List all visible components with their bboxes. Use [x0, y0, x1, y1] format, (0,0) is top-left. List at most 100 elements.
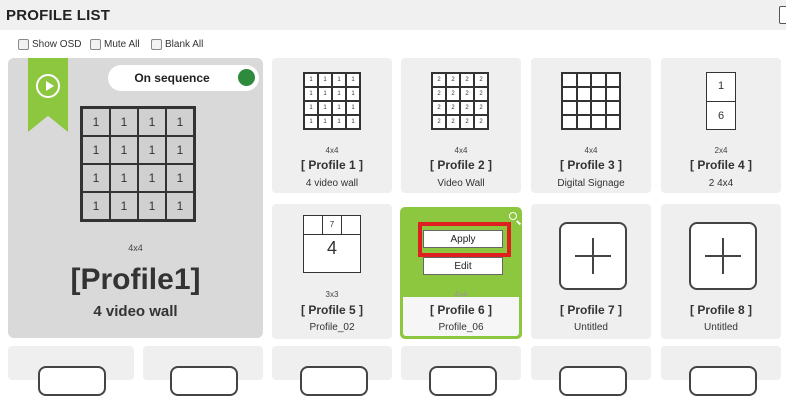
- layout-cell: 1: [110, 136, 138, 164]
- layout-divider: [304, 234, 360, 235]
- layout-cell: 1: [332, 87, 346, 101]
- zoom-icon[interactable]: [509, 212, 517, 220]
- layout-cell: 1: [166, 136, 194, 164]
- profile-4-size: 2x4: [714, 146, 728, 155]
- layout-cell: 1: [166, 192, 194, 220]
- layout-cell: 1: [166, 164, 194, 192]
- highlight-box: [418, 222, 511, 257]
- profile-4-name: [ Profile 4 ]: [689, 158, 752, 172]
- edit-button[interactable]: Edit: [423, 257, 503, 275]
- header-corner-checkbox[interactable]: [779, 6, 786, 24]
- layout-cell: 1: [166, 108, 194, 136]
- add-profile-icon[interactable]: [300, 366, 368, 396]
- layout-cell: 1: [110, 192, 138, 220]
- layout-cell: [591, 73, 606, 87]
- layout-cell: 1: [346, 87, 360, 101]
- layout-cell: 1: [332, 101, 346, 115]
- layout-cell: 1: [82, 136, 110, 164]
- add-profile-icon[interactable]: [689, 366, 757, 396]
- layout-cell: 2: [446, 115, 460, 129]
- play-icon[interactable]: [36, 74, 60, 98]
- profile-3-name: [ Profile 3 ]: [559, 158, 622, 172]
- blank-all-option[interactable]: Blank All: [151, 37, 203, 51]
- layout-cell: 1: [318, 73, 332, 87]
- layout-cell: 2: [460, 73, 474, 87]
- profile-3-description: Digital Signage: [557, 178, 625, 189]
- layout-cell: 1: [304, 73, 318, 87]
- profile-5-size: 3x3: [325, 290, 339, 299]
- layout-cell: [576, 115, 591, 129]
- show-osd-option[interactable]: Show OSD: [18, 37, 81, 51]
- layout-cell: 4: [326, 238, 337, 258]
- layout-cell: [562, 115, 577, 129]
- profile-6-description: Profile_06: [438, 322, 484, 333]
- layout-cell: [591, 101, 606, 115]
- layout-cell: 1: [304, 101, 318, 115]
- layout-cell: 1: [332, 73, 346, 87]
- profile-1-layout: 1 1 1 1 1 1 1 1 1 1 1 1 1 1 1 1: [303, 72, 361, 130]
- add-profile-icon[interactable]: [38, 366, 106, 396]
- add-profile-icon[interactable]: [170, 366, 238, 396]
- profile-8-description: Untitled: [704, 322, 738, 333]
- layout-cell: 2: [446, 87, 460, 101]
- layout-cell: 2: [432, 87, 446, 101]
- profile-6-name: [ Profile 6 ]: [429, 303, 492, 317]
- profile-8-name: [ Profile 8 ]: [689, 303, 752, 317]
- layout-cell: 2: [460, 87, 474, 101]
- profile-3-size: 4x4: [584, 146, 598, 155]
- page-header: [0, 0, 786, 30]
- layout-cell: 2: [446, 101, 460, 115]
- layout-cell: 1: [318, 115, 332, 129]
- profile-1-description: 4 video wall: [305, 178, 359, 189]
- profile-2-name: [ Profile 2 ]: [429, 158, 492, 172]
- layout-cell: 1: [138, 164, 166, 192]
- layout-cell: [591, 87, 606, 101]
- blank-all-checkbox[interactable]: [151, 38, 162, 50]
- layout-cell: 1: [318, 87, 332, 101]
- layout-cell: 1: [346, 115, 360, 129]
- current-profile-description: 4 video wall: [93, 303, 178, 320]
- add-profile-icon[interactable]: [689, 222, 757, 290]
- layout-cell: [605, 115, 620, 129]
- layout-cell: [576, 73, 591, 87]
- add-profile-icon[interactable]: [429, 366, 497, 396]
- layout-cell: 1: [138, 108, 166, 136]
- profile-7-name: [ Profile 7 ]: [559, 303, 622, 317]
- layout-cell: [605, 87, 620, 101]
- layout-cell: 2: [474, 87, 488, 101]
- mute-all-checkbox[interactable]: [90, 38, 101, 50]
- layout-cell: [562, 73, 577, 87]
- profile-1-name: [ Profile 1 ]: [300, 158, 363, 172]
- layout-cell: 2: [474, 115, 488, 129]
- layout-cell: 1: [110, 164, 138, 192]
- mute-all-label: Mute All: [104, 38, 140, 50]
- add-profile-icon[interactable]: [559, 366, 627, 396]
- profile-7-description: Untitled: [574, 322, 608, 333]
- profile-5-name: [ Profile 5 ]: [300, 303, 363, 317]
- layout-cell: 1: [346, 101, 360, 115]
- current-layout-size: 4x4: [128, 243, 143, 253]
- layout-cell: 1: [318, 101, 332, 115]
- profile-3-layout: [561, 72, 621, 130]
- layout-cell: 2: [432, 115, 446, 129]
- layout-cell: 1: [332, 115, 346, 129]
- layout-cell: [591, 115, 606, 129]
- show-osd-checkbox[interactable]: [18, 38, 29, 50]
- profile-2-description: Video Wall: [437, 178, 485, 189]
- layout-cell: 2: [432, 73, 446, 87]
- mute-all-option[interactable]: Mute All: [90, 37, 140, 51]
- current-layout-grid: 1 1 1 1 1 1 1 1 1 1 1 1 1 1 1 1: [80, 106, 196, 222]
- layout-cell: 1: [138, 192, 166, 220]
- layout-cell: [576, 101, 591, 115]
- layout-cell: [605, 73, 620, 87]
- sequence-status-dot[interactable]: [238, 69, 255, 86]
- add-profile-icon[interactable]: [559, 222, 627, 290]
- profile-5-description: Profile_02: [309, 322, 355, 333]
- layout-divider: [341, 216, 342, 234]
- profile-5-layout: 7 4: [303, 215, 361, 273]
- layout-cell: 1: [110, 108, 138, 136]
- layout-cell: 1: [304, 87, 318, 101]
- layout-cell: 1: [304, 115, 318, 129]
- layout-divider: [707, 101, 735, 102]
- profile-2-layout: 2 2 2 2 2 2 2 2 2 2 2 2 2 2 2 2: [431, 72, 489, 130]
